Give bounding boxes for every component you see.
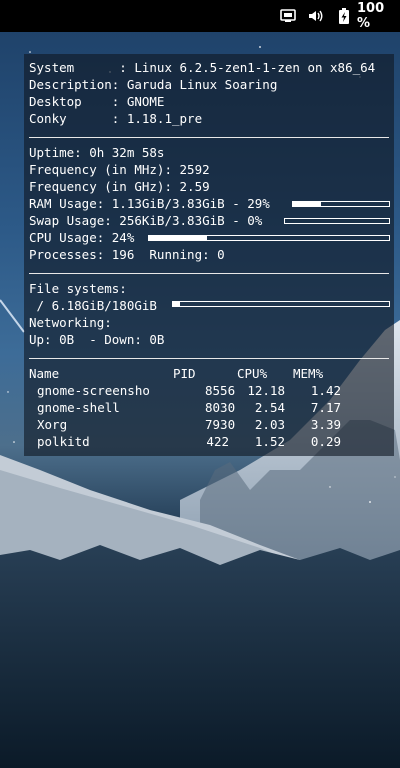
process-table-header: Name PID CPU% MEM% <box>29 366 389 382</box>
cpu-usage-fill <box>149 236 207 240</box>
swap-usage-bar <box>284 218 390 224</box>
divider <box>29 137 389 138</box>
table-row: polkitd 422 1.52 0.29 <box>29 434 389 450</box>
cpu-usage-line: CPU Usage: 24% <box>29 230 135 245</box>
process-pid: 7930 <box>205 417 236 432</box>
column-header-mem: MEM% <box>293 366 324 381</box>
frequency-mhz-line: Frequency (in MHz): 2592 <box>29 162 210 177</box>
frequency-ghz-line: Frequency (in GHz): 2.59 <box>29 179 210 194</box>
column-header-name: Name <box>29 366 60 381</box>
process-mem: 0.29 <box>310 434 341 449</box>
process-pid: 8030 <box>205 400 236 415</box>
ram-usage-bar <box>292 201 390 207</box>
root-fs-fill <box>173 302 181 306</box>
table-row: Xorg 7930 2.03 3.39 <box>29 417 389 433</box>
conky-panel: System : Linux 6.2.5-zen1-1-zen on x86_6… <box>24 54 394 456</box>
process-cpu: 2.03 <box>254 417 285 432</box>
ram-usage-line: RAM Usage: 1.13GiB/3.83GiB - 29% <box>29 196 270 211</box>
process-name: gnome-shell <box>37 400 120 415</box>
divider <box>29 273 389 274</box>
process-name: polkitd <box>37 434 90 449</box>
process-name: gnome-screensho <box>37 383 150 398</box>
conky-version-line: Conky : 1.18.1_pre <box>29 111 203 126</box>
top-bar: 100 % <box>0 0 400 32</box>
process-pid: 422 <box>206 434 229 449</box>
column-header-pid: PID <box>173 366 196 381</box>
process-pid: 8556 <box>205 383 236 398</box>
root-fs-bar <box>172 301 390 307</box>
filesystems-header: File systems: <box>29 281 127 296</box>
desktop-line: Desktop : GNOME <box>29 94 165 109</box>
divider <box>29 358 389 359</box>
system-info-line: System : Linux 6.2.5-zen1-1-zen on x86_6… <box>29 60 376 75</box>
networking-header: Networking: <box>29 315 112 330</box>
volume-icon[interactable] <box>308 0 324 32</box>
network-monitor-icon[interactable] <box>280 0 296 32</box>
table-row: gnome-shell 8030 2.54 7.17 <box>29 400 389 416</box>
battery-charging-icon[interactable] <box>338 0 350 32</box>
table-row: gnome-screensho 8556 12.18 1.42 <box>29 383 389 399</box>
cpu-usage-bar <box>148 235 390 241</box>
process-cpu: 12.18 <box>247 383 285 398</box>
process-mem: 3.39 <box>310 417 341 432</box>
process-name: Xorg <box>37 417 68 432</box>
process-cpu: 1.52 <box>254 434 285 449</box>
uptime-line: Uptime: 0h 32m 58s <box>29 145 165 160</box>
swap-usage-line: Swap Usage: 256KiB/3.83GiB - 0% <box>29 213 263 228</box>
column-header-cpu: CPU% <box>237 366 268 381</box>
process-mem: 1.42 <box>310 383 341 398</box>
network-speed-line: Up: 0B - Down: 0B <box>29 332 165 347</box>
process-cpu: 2.54 <box>254 400 285 415</box>
ram-usage-fill <box>293 202 321 206</box>
battery-percent: 100 % <box>357 1 385 31</box>
processes-line: Processes: 196 Running: 0 <box>29 247 225 262</box>
process-mem: 7.17 <box>310 400 341 415</box>
description-line: Description: Garuda Linux Soaring <box>29 77 278 92</box>
root-fs-line: / 6.18GiB/180GiB <box>29 298 157 313</box>
